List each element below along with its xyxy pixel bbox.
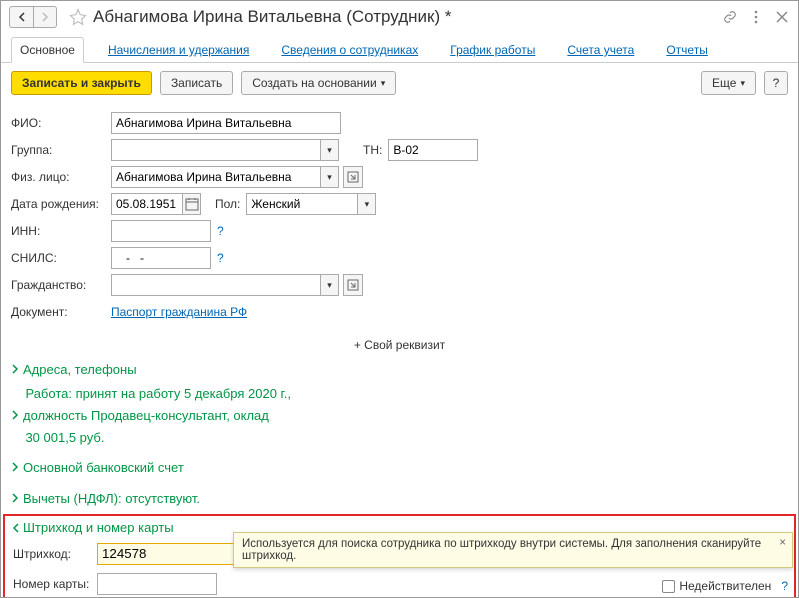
window-title: Абнагимова Ирина Витальевна (Сотрудник) … bbox=[93, 7, 722, 27]
more-button[interactable]: Еще ▾ bbox=[701, 71, 756, 95]
section-addresses-label: Адреса, телефоны bbox=[23, 362, 137, 377]
tab-reports[interactable]: Отчеты bbox=[658, 38, 715, 62]
tab-schedule[interactable]: График работы bbox=[442, 38, 543, 62]
chevron-right-icon bbox=[11, 362, 21, 377]
create-based-button[interactable]: Создать на основании ▾ bbox=[241, 71, 396, 95]
fio-input[interactable] bbox=[111, 112, 341, 134]
cardnum-input[interactable] bbox=[97, 573, 217, 595]
chevron-down-icon bbox=[11, 520, 21, 535]
person-label: Физ. лицо: bbox=[11, 170, 111, 184]
snils-input[interactable] bbox=[111, 247, 211, 269]
dob-calendar-button[interactable] bbox=[183, 193, 201, 215]
chevron-down-icon: ▾ bbox=[740, 78, 745, 89]
dob-input[interactable] bbox=[111, 193, 183, 215]
work-info: Работа: принят на работу 5 декабря 2020 … bbox=[1, 385, 798, 403]
work-info-3: 30 001,5 руб. bbox=[1, 429, 798, 447]
tab-info[interactable]: Сведения о сотрудниках bbox=[273, 38, 426, 62]
save-button[interactable]: Записать bbox=[160, 71, 233, 95]
barcode-label: Штрихкод: bbox=[13, 547, 91, 561]
tab-accounts[interactable]: Счета учета bbox=[559, 38, 642, 62]
inn-help-button[interactable]: ? bbox=[217, 224, 224, 238]
citizenship-label: Гражданство: bbox=[11, 278, 111, 292]
section-bank-label: Основной банковский счет bbox=[23, 460, 184, 475]
save-close-button[interactable]: Записать и закрыть bbox=[11, 71, 152, 95]
favorite-star-icon[interactable] bbox=[69, 8, 87, 26]
sex-dropdown-button[interactable]: ▾ bbox=[358, 193, 376, 215]
tn-label: ТН: bbox=[363, 143, 382, 157]
cardnum-label: Номер карты: bbox=[13, 577, 91, 591]
doc-label: Документ: bbox=[11, 305, 111, 319]
doc-link[interactable]: Паспорт гражданина РФ bbox=[111, 305, 247, 319]
citizenship-input[interactable] bbox=[111, 274, 321, 296]
help-button[interactable]: ? bbox=[764, 71, 788, 95]
sex-label: Пол: bbox=[215, 197, 240, 211]
chevron-right-icon bbox=[11, 460, 21, 475]
barcode-tooltip: Используется для поиска сотрудника по шт… bbox=[233, 532, 793, 568]
section-addresses[interactable]: Адреса, телефоны bbox=[1, 358, 798, 381]
invalid-help-button[interactable]: ? bbox=[781, 579, 788, 593]
invalid-label: Недействителен bbox=[679, 579, 771, 593]
tooltip-text: Используется для поиска сотрудника по шт… bbox=[242, 538, 761, 562]
person-input[interactable] bbox=[111, 166, 321, 188]
section-ndfl[interactable]: Вычеты (НДФЛ): отсутствуют. bbox=[1, 487, 798, 510]
snils-help-button[interactable]: ? bbox=[217, 251, 224, 265]
chevron-right-icon bbox=[11, 491, 21, 506]
nav-forward-button[interactable] bbox=[33, 6, 57, 28]
fio-label: ФИО: bbox=[11, 116, 111, 130]
create-based-label: Создать на основании bbox=[252, 76, 377, 90]
link-icon[interactable] bbox=[722, 9, 738, 25]
section-work[interactable]: должность Продавец-консультант, оклад bbox=[1, 407, 798, 425]
chevron-right-icon bbox=[11, 407, 21, 425]
citizenship-open-button[interactable] bbox=[343, 274, 363, 296]
invalid-checkbox[interactable] bbox=[662, 580, 675, 593]
tab-accruals[interactable]: Начисления и удержания bbox=[100, 38, 257, 62]
tooltip-close-button[interactable]: × bbox=[779, 537, 786, 549]
snils-label: СНИЛС: bbox=[11, 251, 111, 265]
section-bank[interactable]: Основной банковский счет bbox=[1, 456, 798, 479]
person-dropdown-button[interactable]: ▾ bbox=[321, 166, 339, 188]
more-label: Еще bbox=[712, 76, 736, 90]
tn-input[interactable] bbox=[388, 139, 478, 161]
sex-input[interactable] bbox=[246, 193, 358, 215]
chevron-down-icon: ▾ bbox=[381, 78, 386, 89]
tab-main[interactable]: Основное bbox=[11, 37, 84, 63]
person-open-button[interactable] bbox=[343, 166, 363, 188]
nav-back-button[interactable] bbox=[9, 6, 33, 28]
close-button[interactable] bbox=[774, 9, 790, 25]
dob-label: Дата рождения: bbox=[11, 197, 111, 211]
section-barcode-label: Штрихкод и номер карты bbox=[23, 520, 174, 535]
inn-label: ИНН: bbox=[11, 224, 111, 238]
group-dropdown-button[interactable]: ▾ bbox=[321, 139, 339, 161]
group-input[interactable] bbox=[111, 139, 321, 161]
custom-requisite-button[interactable]: + Свой реквизит bbox=[1, 332, 798, 358]
kebab-menu-icon[interactable] bbox=[748, 9, 764, 25]
citizenship-dropdown-button[interactable]: ▾ bbox=[321, 274, 339, 296]
inn-input[interactable] bbox=[111, 220, 211, 242]
section-ndfl-label: Вычеты (НДФЛ): отсутствуют. bbox=[23, 491, 200, 506]
group-label: Группа: bbox=[11, 143, 111, 157]
